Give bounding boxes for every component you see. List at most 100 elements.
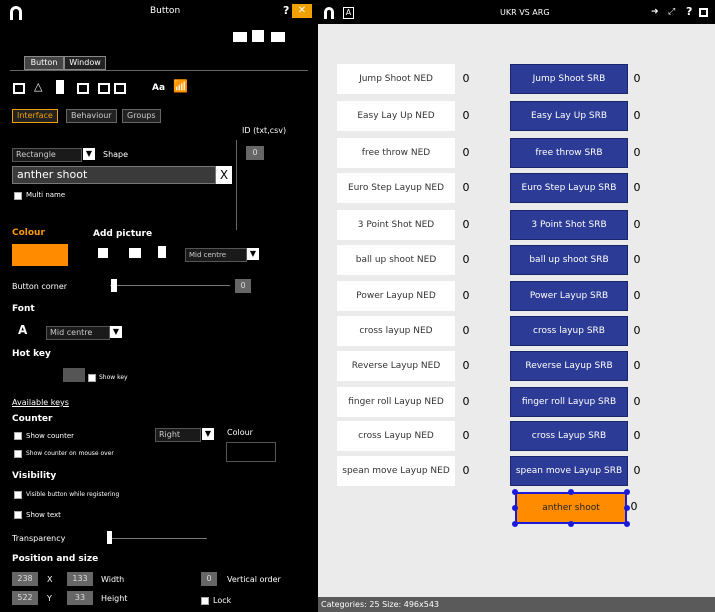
- resize-handle[interactable]: [568, 489, 574, 495]
- help-icon[interactable]: ?: [686, 6, 692, 18]
- tab-window[interactable]: Window: [64, 56, 106, 70]
- resize-handle[interactable]: [624, 521, 630, 527]
- srb-button[interactable]: spean move Layup SRB: [510, 456, 628, 486]
- folder-icon[interactable]: [233, 32, 247, 42]
- add-picture-label: Add picture: [93, 229, 153, 239]
- lock-checkbox[interactable]: [201, 597, 209, 605]
- help-icon[interactable]: ?: [283, 5, 289, 17]
- resize-handle[interactable]: [624, 505, 630, 511]
- chevron-down-icon[interactable]: ▼: [83, 148, 95, 160]
- chevron-down-icon[interactable]: ▼: [247, 248, 259, 260]
- ned-button[interactable]: ball up shoot NED: [337, 245, 455, 275]
- name-input[interactable]: anther shoot: [12, 166, 216, 184]
- save-icon[interactable]: [252, 30, 264, 42]
- pin-icon[interactable]: ➜: [651, 6, 659, 18]
- resize-handle[interactable]: [512, 521, 518, 527]
- export-icon[interactable]: [271, 32, 285, 42]
- add-button-icon[interactable]: [13, 83, 25, 94]
- srb-button[interactable]: free throw SRB: [510, 138, 628, 168]
- srb-counter: 0: [633, 218, 641, 231]
- ned-button[interactable]: cross Layup NED: [337, 421, 455, 451]
- ned-button[interactable]: cross layup NED: [337, 316, 455, 346]
- chevron-down-icon[interactable]: ▼: [202, 428, 214, 440]
- srb-counter: 0: [633, 324, 641, 337]
- ned-counter: 0: [462, 289, 470, 302]
- resize-icon[interactable]: ⤢: [668, 6, 675, 18]
- show-text-checkbox[interactable]: [14, 511, 22, 519]
- srb-button[interactable]: Easy Lay Up SRB: [510, 101, 628, 131]
- tab-groups[interactable]: Groups: [122, 109, 161, 123]
- ned-button[interactable]: spean move Layup NED: [337, 456, 455, 486]
- delete-picture-icon[interactable]: [158, 246, 166, 258]
- y-input[interactable]: 522: [12, 591, 38, 605]
- vertical-order-input[interactable]: 0: [201, 572, 217, 586]
- duplicate-icon[interactable]: [77, 83, 89, 94]
- copy-icon[interactable]: [98, 83, 110, 94]
- srb-button[interactable]: finger roll Layup SRB: [510, 387, 628, 417]
- srb-button[interactable]: 3 Point Shot SRB: [510, 210, 628, 240]
- show-counter-mouse-label: Show counter on mouse over: [26, 450, 114, 457]
- srb-button[interactable]: cross layup SRB: [510, 316, 628, 346]
- tab-button[interactable]: Button: [24, 56, 64, 70]
- selected-button[interactable]: anther shoot: [515, 492, 627, 524]
- tab-interface[interactable]: Interface: [12, 109, 58, 123]
- ned-button[interactable]: 3 Point Shot NED: [337, 210, 455, 240]
- picture-position-value: Mid centre: [189, 251, 227, 259]
- tab-behaviour[interactable]: Behaviour: [66, 109, 117, 123]
- show-counter-label: Show counter: [26, 432, 75, 440]
- tab-behaviour-label: Behaviour: [71, 111, 112, 120]
- gallery-icon[interactable]: [129, 248, 141, 258]
- close-button[interactable]: ✕: [292, 4, 312, 18]
- id-value[interactable]: 0: [246, 146, 264, 160]
- show-counter-checkbox[interactable]: [14, 432, 22, 440]
- slider-handle[interactable]: [107, 531, 112, 544]
- font-align-select[interactable]: Mid centre: [46, 326, 110, 340]
- ned-button[interactable]: Euro Step Layup NED: [337, 173, 455, 203]
- resize-handle[interactable]: [512, 505, 518, 511]
- ned-button[interactable]: Easy Lay Up NED: [337, 101, 455, 131]
- resize-handle[interactable]: [624, 489, 630, 495]
- button-corner-slider[interactable]: [110, 285, 230, 286]
- counter-position-select[interactable]: Right: [155, 428, 201, 442]
- srb-button[interactable]: ball up shoot SRB: [510, 245, 628, 275]
- text-icon[interactable]: A: [343, 7, 354, 19]
- ned-button[interactable]: free throw NED: [337, 138, 455, 168]
- ned-button[interactable]: Reverse Layup NED: [337, 351, 455, 381]
- clear-name-button[interactable]: X: [216, 166, 232, 184]
- hot-key-input[interactable]: [63, 368, 85, 382]
- ned-button[interactable]: Power Layup NED: [337, 281, 455, 311]
- shape-select[interactable]: Rectangle: [12, 148, 82, 162]
- counter-colour-swatch[interactable]: [226, 442, 276, 462]
- chevron-down-icon[interactable]: ▼: [110, 326, 122, 338]
- picture-position-select[interactable]: Mid centre: [185, 248, 247, 262]
- delete-icon[interactable]: [56, 80, 64, 94]
- multi-name-checkbox[interactable]: [14, 192, 22, 200]
- transparency-slider[interactable]: [107, 538, 207, 539]
- ned-button[interactable]: Jump Shoot NED: [337, 64, 455, 94]
- copy-style-icon[interactable]: [114, 83, 126, 94]
- colour-swatch[interactable]: [12, 244, 68, 266]
- picture-icon[interactable]: [98, 248, 108, 258]
- show-counter-mouse-checkbox[interactable]: [14, 450, 22, 458]
- text-size-icon[interactable]: Aa: [152, 82, 165, 94]
- width-input[interactable]: 133: [67, 572, 93, 586]
- button-corner-value[interactable]: 0: [235, 279, 251, 293]
- ned-button[interactable]: finger roll Layup NED: [337, 387, 455, 417]
- available-keys-link[interactable]: Available keys: [12, 398, 69, 407]
- resize-handle[interactable]: [512, 489, 518, 495]
- srb-button[interactable]: Power Layup SRB: [510, 281, 628, 311]
- srb-button[interactable]: Euro Step Layup SRB: [510, 173, 628, 203]
- chart-icon[interactable]: 📶: [173, 80, 188, 92]
- warning-icon[interactable]: △: [34, 81, 42, 93]
- window-icon[interactable]: [699, 8, 708, 17]
- srb-button[interactable]: Jump Shoot SRB: [510, 64, 628, 94]
- visible-button-checkbox[interactable]: [14, 491, 22, 499]
- srb-button[interactable]: cross Layup SRB: [510, 421, 628, 451]
- height-input[interactable]: 33: [67, 591, 93, 605]
- show-key-checkbox[interactable]: [88, 374, 96, 382]
- srb-button[interactable]: Reverse Layup SRB: [510, 351, 628, 381]
- resize-handle[interactable]: [568, 521, 574, 527]
- x-input[interactable]: 238: [12, 572, 38, 586]
- font-icon[interactable]: A: [18, 324, 27, 336]
- slider-handle[interactable]: [111, 279, 117, 292]
